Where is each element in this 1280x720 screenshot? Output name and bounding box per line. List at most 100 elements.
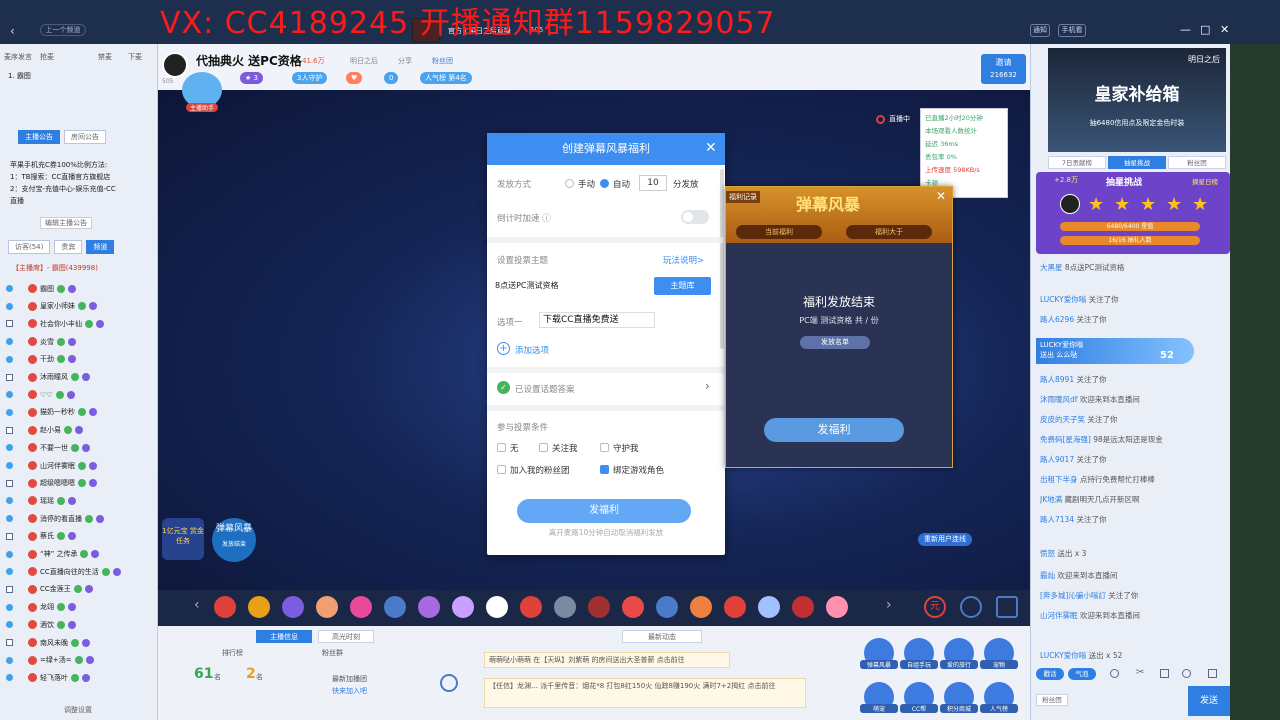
gift-icon[interactable] xyxy=(622,596,644,618)
gift-icon[interactable] xyxy=(214,596,236,618)
chat-message[interactable]: LUCKY爱你嗡 关注了你 xyxy=(1040,294,1228,305)
chat-message[interactable]: 出租下半身 点持行免费帮忙打棒棒 xyxy=(1040,474,1228,485)
add-option-plus-icon[interactable]: + xyxy=(497,342,510,355)
gift-icon[interactable] xyxy=(724,596,746,618)
fan-rank-number[interactable]: 2 xyxy=(246,666,256,682)
reconnect-user-button[interactable]: 重新用户连线 xyxy=(918,533,972,546)
user-list-item[interactable]: 瑶瑶 xyxy=(6,492,156,509)
chat-username[interactable]: 路人9017 xyxy=(1040,455,1074,464)
history-icon[interactable] xyxy=(1160,669,1169,678)
status-dot-icon[interactable] xyxy=(6,515,13,523)
chat-username[interactable]: 愤怒 xyxy=(1040,549,1055,558)
status-dot-icon[interactable] xyxy=(6,603,13,611)
user-list-item[interactable]: 赵小易 xyxy=(6,422,156,439)
user-list-item[interactable]: 南风未晚 xyxy=(6,634,156,651)
chat-message[interactable]: 大黑星 8点送PC测试资格 xyxy=(1040,262,1228,273)
feature-icon[interactable]: 爱的旅行 xyxy=(940,638,978,669)
dialog-close-icon[interactable]: ✕ xyxy=(705,140,717,156)
chat-username[interactable]: 路人6296 xyxy=(1040,315,1074,324)
auto-minutes-input[interactable]: 10 xyxy=(639,175,667,191)
user-list-item[interactable]: 社会你小丰仙 xyxy=(6,315,156,332)
challenge-rank-link[interactable]: 摘星日榜 xyxy=(1192,176,1218,186)
user-list-item[interactable]: 不要一世 xyxy=(6,439,156,456)
status-dot-icon[interactable] xyxy=(6,391,13,399)
user-list-item[interactable]: 沐雨瞳风 xyxy=(6,369,156,386)
chat-message[interactable]: 路人8991 关注了你 xyxy=(1040,374,1228,385)
trash-icon[interactable] xyxy=(1208,669,1217,678)
user-list-item[interactable]: 霸图 xyxy=(6,280,156,297)
tab-highlights[interactable]: 高光时刻 xyxy=(318,630,374,643)
user-list-item[interactable]: 酒饮 xyxy=(6,616,156,633)
reward-task-badge[interactable]: 1亿元宝 赏金任务 xyxy=(162,518,204,560)
share-button[interactable]: 分享 xyxy=(398,56,412,66)
status-dot-icon[interactable] xyxy=(6,355,13,363)
mic-checkbox-icon[interactable] xyxy=(6,639,13,646)
send-welfare-button[interactable]: 发福利 xyxy=(517,499,691,523)
status-dot-icon[interactable] xyxy=(6,408,13,416)
game-ad-banner[interactable]: 明日之后 皇家补给箱 抽6480信用点及限定金色时装 xyxy=(1048,48,1226,152)
mic-checkbox-icon[interactable] xyxy=(6,532,13,540)
status-dot-icon[interactable] xyxy=(6,568,13,576)
chat-username[interactable]: 路人7134 xyxy=(1040,515,1074,524)
gift-icon[interactable] xyxy=(384,596,406,618)
user-list-item[interactable]: “神” 之传承 xyxy=(6,546,156,563)
user-list-item[interactable]: 猫奶一秒秒 xyxy=(6,404,156,421)
invite-button[interactable]: 邀请 216632 xyxy=(981,54,1026,84)
chat-message[interactable]: LUCKY爱你嗡 送出 x 52 xyxy=(1040,650,1228,661)
mic-checkbox-icon[interactable] xyxy=(6,320,13,328)
tab-vip[interactable]: 贵宾 xyxy=(54,240,83,254)
tab-room-announcement[interactable]: 房间公告 xyxy=(64,130,106,144)
popup-close-icon[interactable]: ✕ xyxy=(936,189,946,203)
chat-username[interactable]: 大黑星 xyxy=(1040,263,1063,272)
user-list-item[interactable]: 龙翊 xyxy=(6,599,156,616)
mic-checkbox-icon[interactable] xyxy=(6,426,13,434)
status-dot-icon[interactable] xyxy=(6,444,13,452)
tab-visitors[interactable]: 访客(54) xyxy=(8,240,51,254)
news-feed-item[interactable]: 萌萌哒小萌萌 在【天纵】刘紫萌 的房间送出大圣普薪 点击前往 xyxy=(484,652,730,668)
gift-icon[interactable] xyxy=(690,596,712,618)
tab-channel[interactable]: 频道 xyxy=(86,240,115,254)
gift-icon[interactable] xyxy=(588,596,610,618)
chat-username[interactable]: JK地满 xyxy=(1040,495,1062,504)
user-list-item[interactable]: 干劲 xyxy=(6,351,156,368)
fan-club-badge-button[interactable]: 粉丝团 xyxy=(1036,694,1068,706)
gift-prev-icon[interactable]: ‹ xyxy=(194,597,200,613)
status-dot-icon[interactable] xyxy=(6,285,13,292)
status-dot-icon[interactable] xyxy=(6,338,13,346)
leave-mic-tab[interactable]: 下麦 xyxy=(128,52,142,62)
chat-username[interactable]: [奔多城]沁骗小嗡訂 xyxy=(1040,591,1106,600)
chat-message[interactable]: 路人6296 关注了你 xyxy=(1040,314,1228,325)
gift-icon[interactable] xyxy=(248,596,270,618)
popup-send-welfare-button[interactable]: 发福利 xyxy=(764,418,904,442)
chat-message[interactable]: 路人7134 关注了你 xyxy=(1040,514,1228,525)
popularity-rank-button[interactable]: 人气榜 第4名 xyxy=(420,72,472,84)
feature-icon[interactable]: CC帮 xyxy=(900,682,938,713)
ban-mic-tab[interactable]: 禁麦 xyxy=(98,52,112,62)
mic-queue-tab[interactable]: 麦序发言 xyxy=(4,52,32,62)
people-button[interactable]: 0 xyxy=(384,72,399,84)
gift-icon[interactable] xyxy=(554,596,576,618)
gift-icon[interactable] xyxy=(452,596,474,618)
gift-icon[interactable] xyxy=(316,596,338,618)
user-list-item[interactable]: 消停的看直播 xyxy=(6,510,156,527)
gift-icon[interactable] xyxy=(486,596,508,618)
status-dot-icon[interactable] xyxy=(6,621,13,629)
gift-icon[interactable] xyxy=(282,596,304,618)
chat-bubble-icon[interactable] xyxy=(440,674,458,692)
guard-button[interactable]: 3人守护 xyxy=(292,72,328,84)
cond-role-checkbox[interactable] xyxy=(600,465,609,474)
cond-follow-checkbox[interactable] xyxy=(539,443,548,452)
chat-username[interactable]: 山河伴雾眠 xyxy=(1040,611,1078,620)
adjust-settings-link[interactable]: 调整设置 xyxy=(64,705,92,715)
chat-message[interactable]: 路人9017 关注了你 xyxy=(1040,454,1228,465)
status-dot-icon[interactable] xyxy=(6,550,13,558)
send-chat-button[interactable]: 发送 xyxy=(1188,686,1230,716)
mic-checkbox-icon[interactable] xyxy=(6,479,13,487)
tab-latest-news[interactable]: 最新动态 xyxy=(622,630,702,643)
gift-icon[interactable] xyxy=(520,596,542,618)
tab-anchor-announcement[interactable]: 主播公告 xyxy=(18,130,60,144)
maximize-icon[interactable]: □ xyxy=(1200,23,1210,36)
user-list-item[interactable]: 超级嗯嗯嗯 xyxy=(6,475,156,492)
chat-username[interactable]: 路人8991 xyxy=(1040,375,1074,384)
game-tag[interactable]: 明日之后 xyxy=(350,56,378,66)
